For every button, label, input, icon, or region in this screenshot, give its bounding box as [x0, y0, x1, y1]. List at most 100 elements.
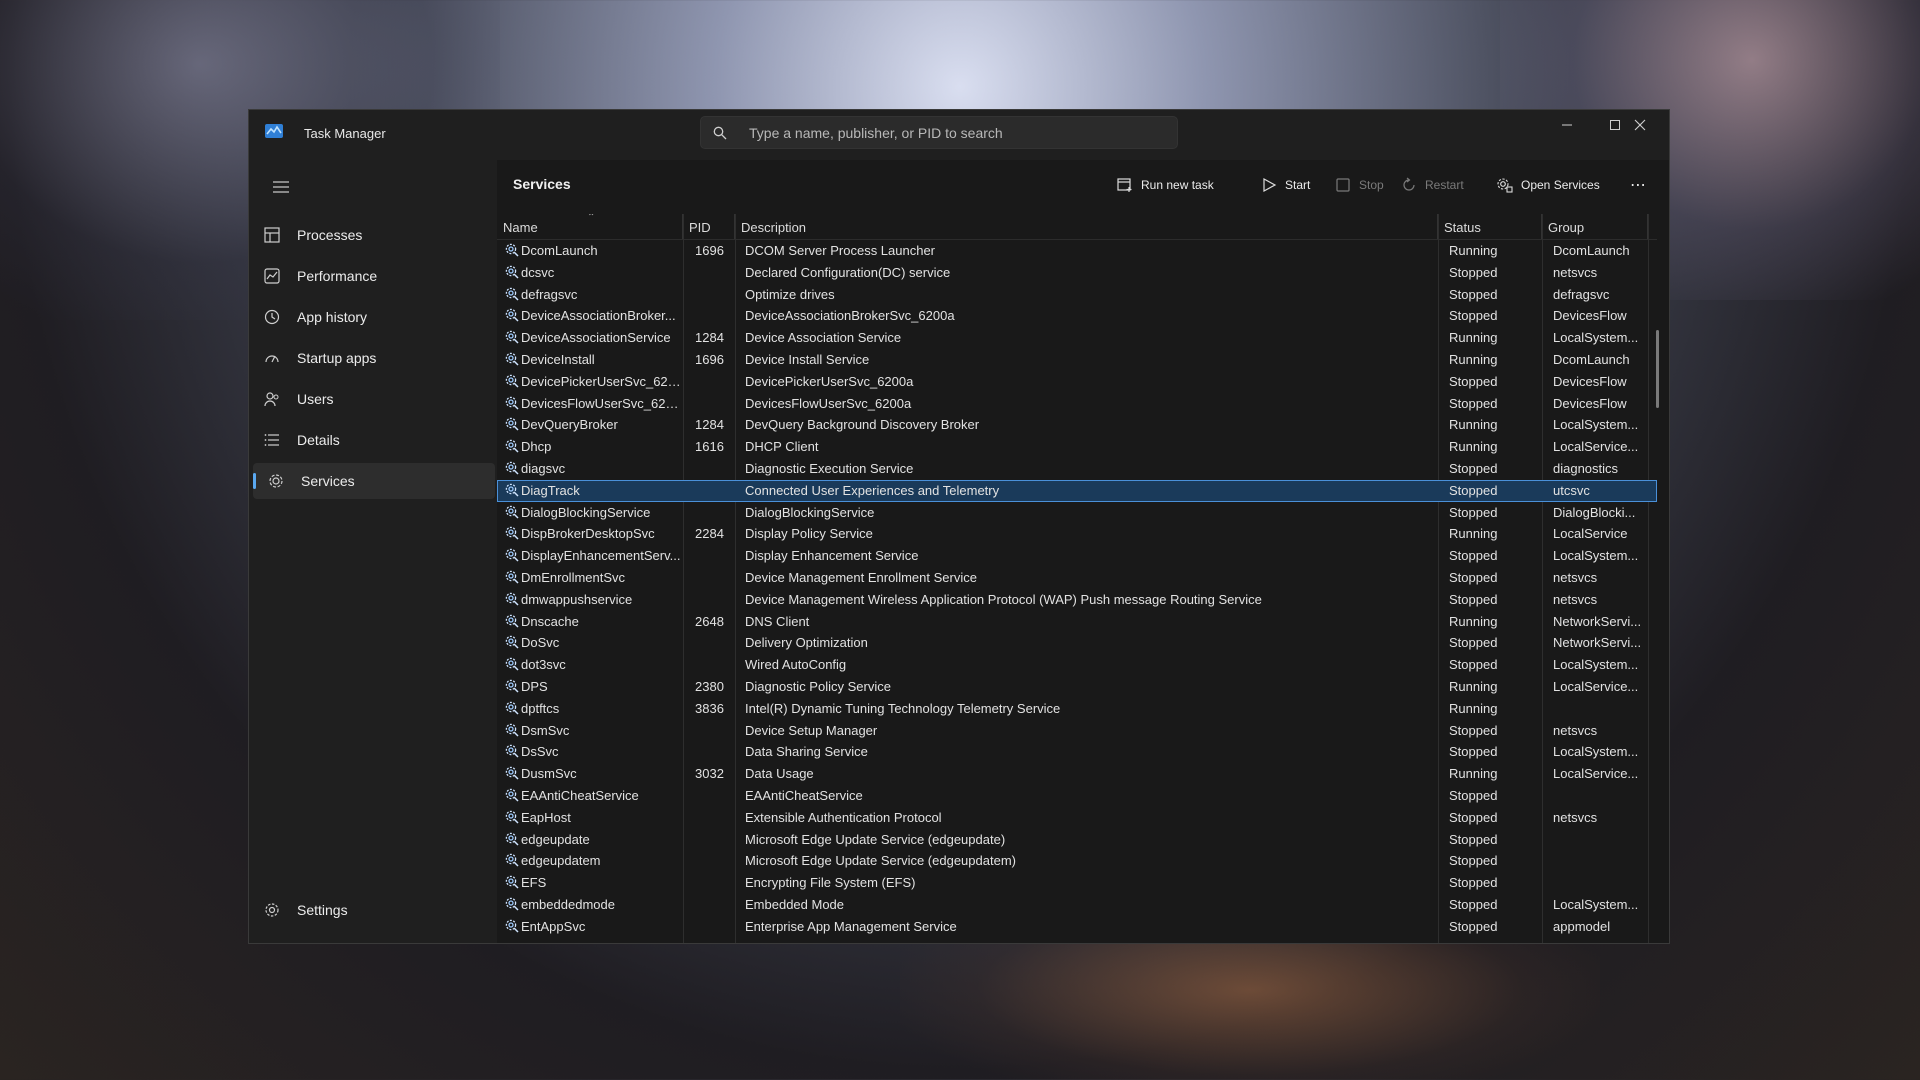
table-row[interactable]: EFS Encrypting File System (EFS) Stopped [497, 872, 1657, 894]
table-row[interactable]: dptftcs 3836 Intel(R) Dynamic Tuning Techn… [497, 698, 1657, 720]
column-header-pid[interactable]: PID [683, 214, 735, 239]
pid-cell [689, 567, 737, 589]
service-name: Dhcp [521, 439, 552, 455]
table-row[interactable]: DcomLaunch 1696 DCOM Server Process Launch… [497, 240, 1657, 262]
sidebar-item-processes[interactable]: Processes [249, 217, 491, 253]
table-row[interactable]: edgeupdate Microsoft Edge Update Service … [497, 829, 1657, 851]
column-group-label: Group [1548, 220, 1585, 235]
run-new-task-button[interactable]: Run new task [1117, 173, 1214, 197]
sidebar-item-details[interactable]: Details [249, 422, 491, 458]
start-button[interactable]: Start [1261, 173, 1310, 197]
table-row[interactable]: edgeupdatem Microsoft Edge Update Service… [497, 850, 1657, 872]
table-row[interactable]: DsSvc Data Sharing Service Stopped LocalSys… [497, 741, 1657, 763]
status-cell: Stopped [1449, 831, 1498, 847]
table-row[interactable]: dcsvc Declared Configuration(DC) service S… [497, 262, 1657, 284]
restart-button[interactable]: Restart [1401, 173, 1464, 197]
hamburger-menu-button[interactable] [261, 172, 301, 202]
group-cell: netsvcs [1553, 809, 1598, 825]
group-cell [1547, 785, 1647, 807]
status-cell: Stopped [1449, 591, 1498, 607]
table-row[interactable]: DialogBlockingService DialogBlockingServi… [497, 502, 1657, 524]
search-box[interactable] [700, 116, 1178, 149]
description-cell: Microsoft Edge Update Service (edgeupdat… [745, 853, 1016, 869]
service-gear-icon [505, 483, 519, 497]
table-row[interactable]: Dnscache 2648 DNS Client Running NetworkServ… [497, 611, 1657, 633]
run-new-task-label: Run new task [1141, 178, 1214, 192]
column-header-name[interactable]: Name ⌃ [497, 214, 683, 239]
table-row[interactable]: defragsvc Optimize drives Stopped defragsvc [497, 284, 1657, 306]
service-name: DeviceInstall [521, 351, 595, 367]
table-row[interactable]: DusmSvc 3032 Data Usage Running LocalService… [497, 763, 1657, 785]
sidebar-item-app-history[interactable]: App history [249, 299, 491, 335]
table-row[interactable]: DsmSvc Device Setup Manager Stopped netsvcs [497, 720, 1657, 742]
service-name: DPS [521, 678, 548, 694]
table-row[interactable]: DevicesFlowUserSvc_620... DevicesFlowUser… [497, 393, 1657, 415]
column-header-group[interactable]: Group [1542, 214, 1648, 239]
service-gear-icon [505, 461, 519, 475]
service-gear-icon [505, 570, 519, 584]
sidebar-item-settings[interactable]: Settings [249, 892, 491, 928]
table-row[interactable]: dot3svc Wired AutoConfig Stopped LocalSyste… [497, 654, 1657, 676]
minimize-button[interactable] [1544, 110, 1590, 140]
start-label: Start [1285, 178, 1311, 192]
vertical-scrollbar[interactable] [1656, 330, 1659, 408]
column-status-label: Status [1444, 220, 1481, 235]
pid-cell [689, 654, 737, 676]
service-gear-icon [505, 418, 519, 431]
description-cell: Display Policy Service [745, 526, 873, 542]
description-cell: Device Management Wireless Application P… [745, 591, 1262, 607]
search-input[interactable] [749, 117, 1169, 148]
status-cell: Stopped [1449, 722, 1498, 738]
status-cell: Stopped [1449, 395, 1498, 411]
sidebar-item-services[interactable]: Services [253, 463, 495, 499]
pid-cell [689, 262, 737, 284]
group-cell: defragsvc [1553, 286, 1610, 302]
pid-cell [689, 545, 737, 567]
table-row[interactable]: DeviceAssociationBroker... DeviceAssociat… [497, 305, 1657, 327]
description-cell: DevicesFlowUserSvc_6200a [745, 395, 912, 411]
status-cell: Stopped [1449, 373, 1498, 389]
table-row[interactable]: DoSvc Delivery Optimization Stopped Network… [497, 632, 1657, 654]
table-row[interactable]: dmwappushservice Device Management Wirele… [497, 589, 1657, 611]
description-cell: Microsoft Edge Update Service (edgeupdat… [745, 831, 1006, 847]
open-services-button[interactable]: Open Services [1497, 173, 1600, 197]
column-header-description[interactable]: Description [735, 214, 1438, 239]
table-row[interactable]: embeddedmode Embedded Mode Stopped LocalSys… [497, 894, 1657, 916]
service-gear-icon [505, 701, 519, 715]
service-name-cell: dptftcs [501, 698, 681, 720]
sidebar-item-performance[interactable]: Performance [249, 258, 491, 294]
table-row[interactable]: Dhcp 1616 DHCP Client Running LocalService..… [497, 436, 1657, 458]
status-cell: Stopped [1449, 548, 1498, 564]
pid-cell: 2380 [695, 678, 724, 694]
table-row[interactable]: DispBrokerDesktopSvc 2284 Display Policy S… [497, 523, 1657, 545]
close-button[interactable] [1617, 110, 1663, 140]
table-row[interactable]: EapHost Extensible Authentication Protoco… [497, 807, 1657, 829]
stop-button[interactable]: Stop [1335, 173, 1384, 197]
pid-cell [689, 785, 737, 807]
table-row[interactable]: EAAntiCheatService EAAntiCheatService Stop… [497, 785, 1657, 807]
table-row[interactable]: EntAppSvc Enterprise App Management Servi… [497, 916, 1657, 938]
more-options-button[interactable]: ⋯ [1630, 173, 1646, 197]
table-row[interactable]: DevQueryBroker 1284 DevQuery Background Di… [497, 414, 1657, 436]
group-cell: DevicesFlow [1553, 395, 1627, 411]
service-gear-icon [505, 396, 519, 410]
table-row[interactable]: diagsvc Diagnostic Execution Service Stopp… [497, 458, 1657, 480]
service-name-cell: DPS [501, 676, 681, 698]
title-bar: Task Manager [249, 110, 1669, 160]
table-row[interactable]: DiagTrack Connected User Experiences and … [497, 479, 1657, 502]
group-cell [1547, 698, 1647, 720]
group-cell: NetworkServi... [1553, 635, 1642, 651]
table-row[interactable]: DPS 2380 Diagnostic Policy Service Running L… [497, 676, 1657, 698]
group-cell: netsvcs [1553, 569, 1598, 585]
sidebar-item-users[interactable]: Users [249, 381, 491, 417]
column-header-status[interactable]: Status [1438, 214, 1542, 239]
table-row[interactable]: DevicePickerUserSvc_620... DevicePickerUs… [497, 371, 1657, 393]
table-row[interactable]: DisplayEnhancementServ... Display Enhance… [497, 545, 1657, 567]
table-row[interactable]: DeviceInstall 1696 Device Install Service R… [497, 349, 1657, 371]
table-row[interactable]: DmEnrollmentSvc Device Management Enrollm… [497, 567, 1657, 589]
description-cell: Diagnostic Execution Service [745, 460, 914, 476]
table-row[interactable]: DeviceAssociationService 1284 Device Assoc… [497, 327, 1657, 349]
play-icon [1263, 177, 1277, 193]
service-name: dmwappushservice [521, 591, 633, 607]
sidebar-item-startup-apps[interactable]: Startup apps [249, 340, 491, 376]
